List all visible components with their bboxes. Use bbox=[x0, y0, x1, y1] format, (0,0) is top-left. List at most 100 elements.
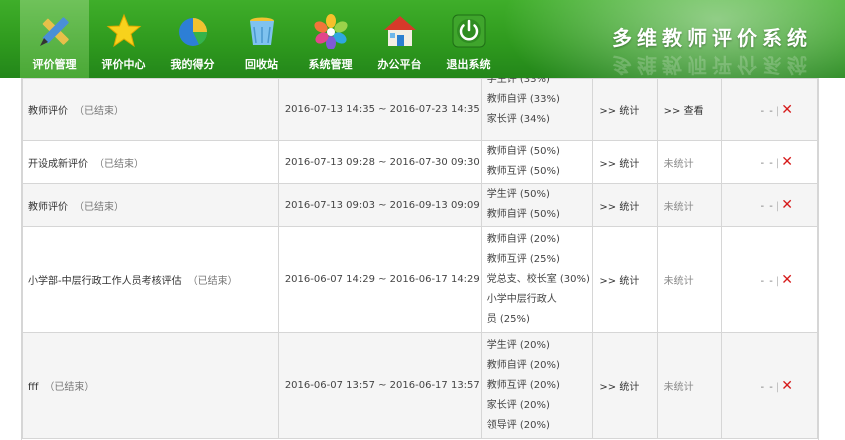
delete-icon[interactable]: ✕ bbox=[781, 378, 793, 394]
nav-label: 评价中心 bbox=[101, 58, 146, 71]
evaluation-table-container[interactable]: 教师评价 （已结束） 2016-07-13 14:35 ~ 2016-07-23 … bbox=[21, 78, 819, 440]
nav-recycle-bin[interactable]: 回收站 bbox=[227, 0, 296, 78]
status-label: （已结束） bbox=[187, 276, 238, 287]
recycle-bin-icon bbox=[250, 17, 274, 45]
weight-item: 员 (25%) bbox=[486, 313, 530, 325]
not-counted-label: 未统计 bbox=[663, 201, 694, 213]
stats-link[interactable]: >> 统计 bbox=[599, 276, 639, 287]
star-icon bbox=[106, 13, 142, 48]
nav-label: 回收站 bbox=[245, 58, 278, 71]
delete-icon[interactable]: ✕ bbox=[781, 154, 793, 170]
status-label: （已结束） bbox=[74, 106, 124, 117]
evaluation-name[interactable]: 教师评价 bbox=[28, 106, 68, 117]
status-label: （已结束） bbox=[44, 382, 95, 393]
operations-cell: - - | ✕ bbox=[720, 140, 818, 184]
time-range: 2016-07-13 09:03 ~ 2016-09-13 09:09 bbox=[277, 183, 482, 227]
separator: | bbox=[775, 275, 780, 287]
operations-cell: - - | ✕ bbox=[720, 183, 818, 227]
evaluation-name[interactable]: 教师评价 bbox=[28, 202, 68, 213]
weight-item: 教师自评 (33%) bbox=[486, 94, 560, 105]
weight-item: 教师自评 (50%) bbox=[486, 146, 560, 157]
nav-system-management[interactable]: 系统管理 bbox=[296, 0, 365, 78]
table-row: 开设成新评价 （已结束） 2016-07-13 09:28 ~ 2016-07-3… bbox=[22, 140, 818, 184]
nav-evaluation-center[interactable]: 评价中心 bbox=[89, 0, 158, 78]
weights-cell: 学生评 (50%) 教师自评 (50%) bbox=[480, 183, 594, 227]
weight-item: 小学中层行政人 bbox=[486, 293, 557, 305]
stats-link[interactable]: >> 统计 bbox=[599, 106, 639, 117]
nav-label: 我的得分 bbox=[170, 58, 215, 71]
edit-placeholder: - - bbox=[760, 201, 774, 212]
weight-item: 党总支、校长室 (30%) bbox=[486, 273, 590, 285]
stats-link[interactable]: >> 统计 bbox=[599, 159, 639, 170]
weight-item: 学生评 (20%) bbox=[486, 339, 550, 351]
weight-item: 教师互评 (20%) bbox=[486, 379, 560, 391]
evaluation-name[interactable]: 小学部-中层行政工作人员考核评估 bbox=[28, 276, 182, 287]
weight-item: 教师自评 (20%) bbox=[486, 233, 560, 245]
weight-item: 教师互评 (25%) bbox=[486, 253, 560, 265]
evaluation-name[interactable]: fff bbox=[28, 382, 38, 393]
weight-item: 学生评 (33%) bbox=[486, 78, 550, 85]
weight-item: 教师互评 (50%) bbox=[486, 166, 560, 177]
separator: | bbox=[775, 201, 780, 212]
nav-logout[interactable]: 退出系统 bbox=[434, 0, 503, 78]
separator: | bbox=[775, 158, 780, 169]
not-counted-label: 未统计 bbox=[663, 276, 694, 287]
flower-icon bbox=[314, 14, 348, 49]
weights-cell: 教师自评 (20%) 教师互评 (25%) 党总支、校长室 (30%) 小学中层… bbox=[480, 226, 594, 333]
weight-item: 家长评 (20%) bbox=[486, 399, 550, 411]
nav-label: 系统管理 bbox=[308, 58, 353, 71]
weight-item: 家长评 (34%) bbox=[486, 114, 550, 125]
edit-placeholder: - - bbox=[760, 105, 774, 117]
app-header: 评价管理 评价中心 我的得分 回收站 系统管理 办公平台 退出系统 多维教师评价… bbox=[0, 0, 845, 78]
view-link[interactable]: >> 查看 bbox=[664, 106, 704, 117]
separator: | bbox=[775, 381, 780, 393]
stats-link[interactable]: >> 统计 bbox=[599, 202, 639, 213]
main-nav: 评价管理 评价中心 我的得分 回收站 系统管理 办公平台 退出系统 bbox=[20, 0, 503, 78]
weight-item: 教师自评 (50%) bbox=[486, 209, 560, 220]
nav-label: 退出系统 bbox=[446, 58, 491, 71]
evaluation-name[interactable]: 开设成新评价 bbox=[28, 159, 88, 170]
evaluation-table: 教师评价 （已结束） 2016-07-13 14:35 ~ 2016-07-23 … bbox=[22, 78, 818, 439]
weights-cell: 教师自评 (50%) 教师互评 (50%) bbox=[480, 140, 594, 184]
app-title-reflection: 多维教师评价系统 bbox=[612, 53, 812, 77]
edit-placeholder: - - bbox=[760, 381, 774, 393]
table-row: 小学部-中层行政工作人员考核评估 （已结束） 2016-06-07 14:29 ~… bbox=[22, 226, 818, 333]
nav-my-score[interactable]: 我的得分 bbox=[158, 0, 227, 78]
house-icon bbox=[384, 16, 416, 46]
operations-cell: - - | ✕ bbox=[720, 226, 818, 333]
pencil-ruler-icon bbox=[40, 17, 69, 46]
operations-cell: - - | ✕ bbox=[720, 78, 818, 141]
status-label: （已结束） bbox=[74, 201, 124, 213]
not-counted-label: 未统计 bbox=[663, 382, 694, 393]
nav-label: 评价管理 bbox=[32, 58, 77, 71]
table-row: fff （已结束） 2016-06-07 13:57 ~ 2016-06-17 1… bbox=[22, 332, 818, 439]
stats-link[interactable]: >> 统计 bbox=[599, 382, 639, 393]
nav-office-platform[interactable]: 办公平台 bbox=[365, 0, 434, 78]
weight-item: 教师自评 (20%) bbox=[486, 359, 560, 371]
separator: | bbox=[775, 105, 780, 117]
operations-cell: - - | ✕ bbox=[720, 332, 818, 439]
weights-cell: 学生评 (20%) 教师自评 (20%) 教师互评 (20%) 家长评 (20%… bbox=[480, 332, 594, 439]
not-counted-label: 未统计 bbox=[663, 158, 694, 170]
power-icon bbox=[452, 14, 486, 48]
weights-cell: 学生评 (33%) 教师自评 (33%) 家长评 (34%) bbox=[480, 78, 594, 141]
nav-label: 办公平台 bbox=[377, 58, 422, 71]
weight-item: 领导评 (20%) bbox=[486, 419, 550, 431]
status-label: （已结束） bbox=[94, 158, 144, 170]
nav-evaluation-management[interactable]: 评价管理 bbox=[20, 0, 89, 78]
evaluation-name-cell: 教师评价 （已结束） bbox=[22, 78, 279, 141]
pie-chart-icon bbox=[179, 18, 207, 46]
edit-placeholder: - - bbox=[760, 275, 774, 287]
time-range: 2016-06-07 13:57 ~ 2016-06-17 13:57 bbox=[277, 332, 482, 439]
time-range: 2016-07-13 09:28 ~ 2016-07-30 09:30 bbox=[277, 140, 482, 184]
table-row: 教师评价 （已结束） 2016-07-13 09:03 ~ 2016-09-13 … bbox=[22, 183, 818, 227]
delete-icon[interactable]: ✕ bbox=[781, 102, 793, 118]
delete-icon[interactable]: ✕ bbox=[781, 197, 793, 213]
delete-icon[interactable]: ✕ bbox=[781, 272, 793, 288]
app-title: 多维教师评价系统 bbox=[612, 26, 812, 50]
time-range: 2016-07-13 14:35 ~ 2016-07-23 14:35 bbox=[277, 78, 482, 141]
table-row: 教师评价 （已结束） 2016-07-13 14:35 ~ 2016-07-23 … bbox=[22, 78, 818, 141]
time-range: 2016-06-07 14:29 ~ 2016-06-17 14:29 bbox=[277, 226, 482, 333]
edit-placeholder: - - bbox=[760, 158, 774, 169]
weight-item: 学生评 (50%) bbox=[486, 189, 550, 200]
